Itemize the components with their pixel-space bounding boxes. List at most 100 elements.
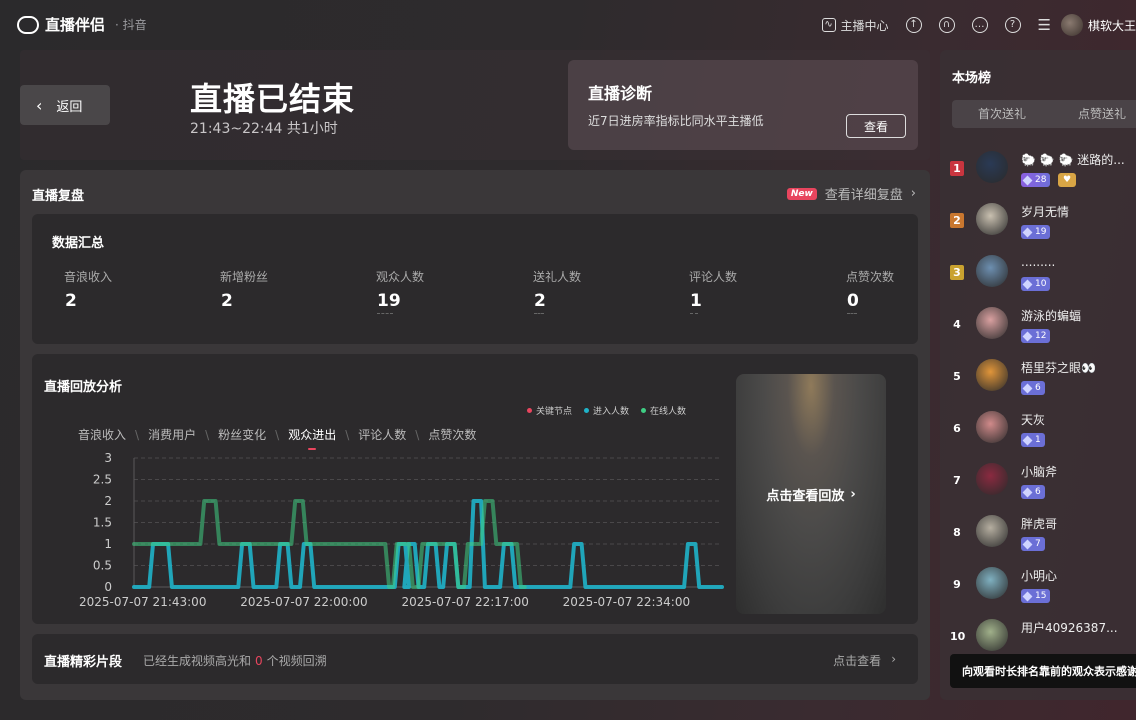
avatar [976, 463, 1008, 495]
level-badge: 15 [1021, 589, 1051, 603]
level-badge: 7 [1021, 537, 1045, 551]
chevron-right-icon: › [910, 186, 916, 201]
avatar [976, 619, 1008, 651]
help-icon: ? [1004, 17, 1021, 33]
chart-icon: ∿ [821, 18, 836, 32]
highlights-card: 直播精彩片段 已经生成视频高光和 0 个视频回溯 点击查看 › [32, 634, 918, 684]
ranking-title: 本场榜 [952, 71, 992, 86]
replay-label: 点击查看回放 [766, 488, 845, 504]
rank-number: 3 [950, 265, 964, 280]
user-name: 天灰 [1021, 413, 1046, 427]
tab-like-gift[interactable]: 点赞送礼 [1052, 100, 1136, 128]
ranking-row[interactable]: 9 小明心 15 [940, 567, 1136, 619]
rank-number: 4 [953, 318, 961, 331]
level-badge: 1 [1021, 433, 1045, 447]
view-diagnosis-button[interactable]: 查看 [846, 114, 906, 138]
user-name: 小脑斧 [1021, 465, 1058, 479]
chevron-right-icon: › [850, 486, 856, 502]
level-value: 7 [1035, 539, 1041, 549]
ranking-panel: 本场榜 首次送礼 点赞送礼 1 🐑 🐑 🐑 迷路的... 28 ♥ 2 岁月无情 19 3..… [940, 50, 1136, 700]
avatar [976, 203, 1008, 235]
y-tick-label: 0.5 [93, 559, 112, 573]
help-button[interactable]: ? [1004, 17, 1021, 33]
level-badge: 6 [1021, 381, 1045, 395]
ranking-row[interactable]: 2 岁月无情 19 [940, 203, 1136, 255]
avatar [976, 515, 1008, 547]
level-value: 6 [1035, 383, 1041, 393]
user-name: 🐑 🐑 🐑 迷路的... [1021, 153, 1125, 167]
rank-number: 2 [950, 213, 964, 228]
detail-review-label: 查看详细复盘 [824, 188, 903, 203]
support-button[interactable]: ∩ [938, 17, 955, 33]
y-tick-label: 0 [104, 580, 112, 594]
level-value: 12 [1035, 331, 1047, 341]
ranking-row[interactable]: 4 游泳的蝙蝠 12 [940, 307, 1136, 359]
headset-icon: ∩ [938, 17, 955, 33]
user-name: 岁月无情 [1021, 205, 1070, 219]
level-value: 28 [1035, 175, 1047, 185]
highlights-title: 直播精彩片段 [44, 655, 123, 670]
avatar [1060, 14, 1083, 36]
user-name: 用户40926387... [1021, 621, 1118, 635]
upload-icon: ↑ [905, 17, 922, 33]
user-name: 游泳的蝙蝠 [1021, 309, 1082, 323]
ranking-tooltip: 向观看时长排名靠前的观众表示感谢 [950, 654, 1136, 688]
level-badge: 6 [1021, 485, 1045, 499]
series-line-online [132, 499, 527, 589]
ranking-row[interactable]: 1 🐑 🐑 🐑 迷路的... 28 ♥ [940, 151, 1136, 203]
y-tick-label: 3 [104, 451, 112, 465]
ranking-row[interactable]: 7 小脑斧 6 [940, 463, 1136, 515]
ranking-row[interactable]: 6 天灰 1 [940, 411, 1136, 463]
view-highlights-link[interactable]: 点击查看 › [833, 652, 896, 669]
ranking-tabs: 首次送礼 点赞送礼 [952, 100, 1136, 128]
viewer-flow-chart: 0 0.5 1 1.5 2 2.5 3 2025-07-07 21:43:00 2025-07-… [79, 451, 724, 609]
x-tick-label: 2025-07-07 22:00:00 [240, 595, 367, 609]
upload-button[interactable]: ↑ [905, 17, 922, 33]
username: 棋软大王 [1087, 18, 1136, 33]
ranking-row[interactable]: 3......... 10 [940, 255, 1136, 307]
level-value: 10 [1035, 279, 1047, 289]
avatar [976, 411, 1008, 443]
diamond-icon [1022, 435, 1033, 445]
level-badge: 28 [1021, 173, 1051, 187]
tab-first-gift[interactable]: 首次送礼 [952, 100, 1052, 128]
detail-review-link[interactable]: New 查看详细复盘 › [786, 184, 916, 203]
replay-thumbnail[interactable]: 点击查看回放 › [736, 374, 886, 614]
diamond-icon [1022, 591, 1033, 601]
rank-number: 6 [953, 422, 961, 435]
highlights-count: 0 [255, 654, 263, 668]
rank-number: 8 [953, 526, 961, 539]
diamond-icon [1022, 539, 1033, 549]
avatar [976, 567, 1008, 599]
level-value: 6 [1035, 487, 1041, 497]
diamond-icon [1022, 279, 1033, 289]
diamond-icon [1022, 331, 1033, 341]
x-tick-label: 2025-07-07 22:34:00 [563, 595, 690, 609]
avatar [976, 359, 1008, 391]
level-value: 1 [1035, 435, 1041, 445]
rank-number: 10 [950, 630, 966, 643]
chat-icon: … [971, 17, 988, 33]
level-value: 19 [1035, 227, 1047, 237]
y-tick-label: 2.5 [93, 473, 112, 487]
streamer-center-button[interactable]: ∿ 主播中心 [821, 17, 889, 34]
message-button[interactable]: … [971, 17, 988, 33]
fan-badge: ♥ [1058, 173, 1076, 187]
metric-likes[interactable]: 点赞次数 0 [846, 268, 894, 314]
new-badge: New [786, 187, 817, 200]
x-tick-label: 2025-07-07 22:17:00 [401, 595, 528, 609]
user-name: 胖虎哥 [1021, 517, 1058, 531]
y-tick-label: 1 [104, 537, 112, 551]
user-profile[interactable]: 棋软大王 [1060, 14, 1136, 36]
diamond-icon [1022, 487, 1033, 497]
menu-icon[interactable]: ☰ [1038, 16, 1051, 34]
avatar [976, 255, 1008, 287]
streamer-center-label: 主播中心 [840, 18, 889, 33]
ranking-row[interactable]: 5 梧里芬之眼👀 6 [940, 359, 1136, 411]
user-name: ......... [1021, 255, 1056, 269]
ranking-row[interactable]: 8 胖虎哥 7 [940, 515, 1136, 567]
user-name: 小明心 [1021, 569, 1058, 583]
avatar [976, 151, 1008, 183]
rank-number: 9 [953, 578, 961, 591]
level-value: 15 [1035, 591, 1047, 601]
